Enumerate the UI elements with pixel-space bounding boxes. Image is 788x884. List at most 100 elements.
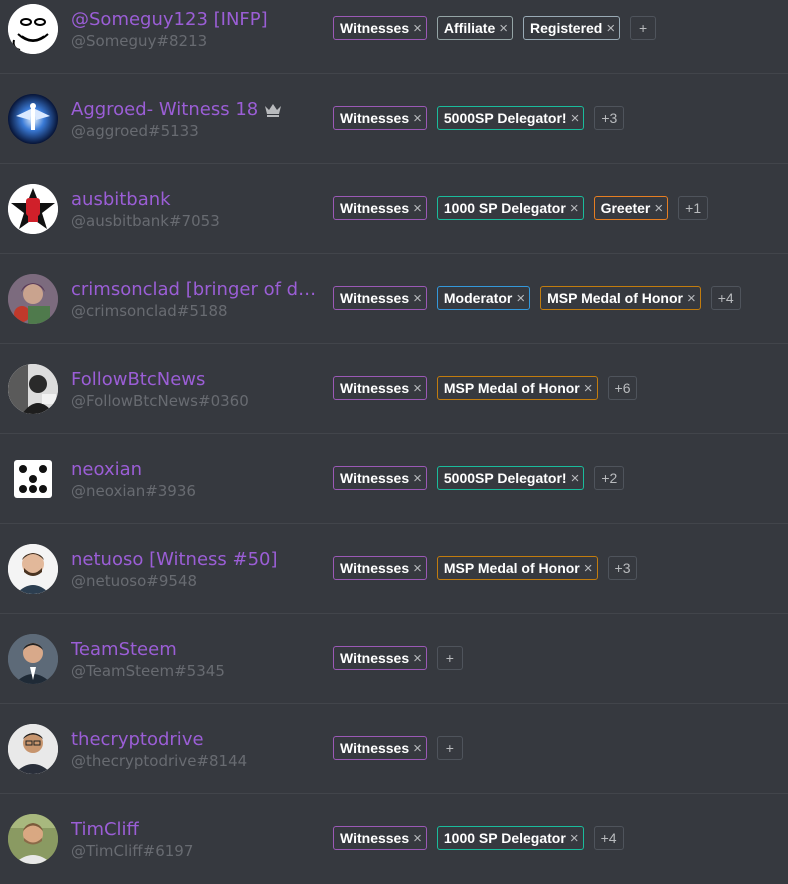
man-glasses-avatar[interactable] [8,724,58,774]
member-row: FollowBtcNews @FollowBtcNews#0360 Witnes… [0,344,788,434]
role-list: Witnesses × 5000SP Delegator! × +3 [333,106,625,130]
remove-role-icon[interactable]: × [606,20,615,37]
remove-role-icon[interactable]: × [584,380,593,397]
remove-role-icon[interactable]: × [413,470,422,487]
role-label: 5000SP Delegator! [443,110,567,126]
role-affiliate: Affiliate × [436,16,513,40]
remove-role-icon[interactable]: × [413,650,422,667]
remove-role-icon[interactable]: × [571,470,580,487]
role-label: 1000 SP Delegator [443,200,566,216]
remove-role-icon[interactable]: × [413,110,422,127]
role-witnesses: Witnesses × [333,646,427,670]
add-role-button[interactable]: + [436,736,463,760]
username: @Someguy#8213 [71,32,208,50]
remove-role-icon[interactable]: × [570,200,579,217]
role-list: Witnesses × + [333,736,463,760]
role-label: Witnesses [340,830,410,846]
role-label: MSP Medal of Honor [443,560,580,576]
more-roles-button[interactable]: +1 [678,196,709,220]
role-label: 1000 SP Delegator [443,830,566,846]
role-label: Greeter [600,200,651,216]
role-witnesses: Witnesses × [333,196,427,220]
remove-role-icon[interactable]: × [516,290,525,307]
member-row: TeamSteem @TeamSteem#5345 Witnesses × + [0,614,788,704]
more-roles-button[interactable]: +4 [593,826,624,850]
display-name[interactable]: netuoso [Witness #50] [71,549,278,570]
role-label: Registered [530,20,603,36]
member-row: @Someguy123 [INFP] @Someguy#8213 Witness… [0,0,788,74]
username: @TeamSteem#5345 [71,662,225,680]
role-label: Witnesses [340,110,410,126]
role-list: Witnesses × 1000 SP Delegator × Greeter × +… [333,196,709,220]
member-row: TimCliff @TimCliff#6197 Witnesses × 1000 … [0,794,788,884]
member-row: ausbitbank @ausbitbank#7053 Witnesses × 1… [0,164,788,254]
remove-role-icon[interactable]: × [413,740,422,757]
username: @netuoso#9548 [71,572,198,590]
role-5000sp-delegator: 5000SP Delegator! × [436,466,585,490]
display-name[interactable]: neoxian [71,459,142,480]
role-1000sp-delegator: 1000 SP Delegator × [436,196,584,220]
remove-role-icon[interactable]: × [413,200,422,217]
display-name[interactable]: TimCliff [71,819,139,840]
meme-face-avatar[interactable] [8,4,58,54]
display-name[interactable]: @Someguy123 [INFP] [71,9,268,30]
display-name[interactable]: Aggroed- Witness 18 [71,99,282,120]
member-row: Aggroed- Witness 18 @aggroed#5133 Witnes… [0,74,788,164]
more-roles-button[interactable]: +4 [710,286,741,310]
add-role-button[interactable]: + [436,646,463,670]
remove-role-icon[interactable]: × [570,830,579,847]
display-name[interactable]: ausbitbank [71,189,171,210]
remove-role-icon[interactable]: × [413,20,422,37]
remove-role-icon[interactable]: × [499,20,508,37]
remove-role-icon[interactable]: × [413,830,422,847]
display-name[interactable]: crimsonclad [bringer of deat... [71,279,321,300]
role-witnesses: Witnesses × [333,106,427,130]
man-portrait-avatar[interactable] [8,544,58,594]
role-witnesses: Witnesses × [333,16,427,40]
role-label: Moderator [443,290,513,306]
display-name-text: Aggroed- Witness 18 [71,99,259,120]
man-outdoor-avatar[interactable] [8,814,58,864]
more-roles-button[interactable]: +3 [607,556,638,580]
remove-role-icon[interactable]: × [413,560,422,577]
display-name[interactable]: thecryptodrive [71,729,204,750]
member-row: crimsonclad [bringer of deat... @crimson… [0,254,788,344]
role-label: Witnesses [340,650,410,666]
remove-role-icon[interactable]: × [571,110,580,127]
role-greeter: Greeter × [593,196,669,220]
username: @TimCliff#6197 [71,842,194,860]
username: @aggroed#5133 [71,122,199,140]
role-label: MSP Medal of Honor [443,380,580,396]
role-msp-medal-of-honor: MSP Medal of Honor × [436,376,598,400]
role-registered: Registered × [523,16,621,40]
role-label: Witnesses [340,290,410,306]
username: @thecryptodrive#8144 [71,752,248,770]
more-roles-button[interactable]: +2 [594,466,625,490]
role-witnesses: Witnesses × [333,736,427,760]
dice-dots-avatar[interactable] [8,454,58,504]
woman-photo-avatar[interactable] [8,274,58,324]
remove-role-icon[interactable]: × [413,290,422,307]
man-suit-avatar[interactable] [8,634,58,684]
role-witnesses: Witnesses × [333,286,427,310]
role-label: Witnesses [340,20,410,36]
role-label: Witnesses [340,470,410,486]
remove-role-icon[interactable]: × [687,290,696,307]
remove-role-icon[interactable]: × [584,560,593,577]
bw-photo-avatar[interactable] [8,364,58,414]
remove-role-icon[interactable]: × [654,200,663,217]
role-list: Witnesses × 1000 SP Delegator × +4 [333,826,624,850]
winged-angel-avatar[interactable] [8,94,58,144]
username: @FollowBtcNews#0360 [71,392,249,410]
add-role-button[interactable]: + [630,16,657,40]
display-name[interactable]: TeamSteem [71,639,177,660]
red-fist-star-avatar[interactable] [8,184,58,234]
remove-role-icon[interactable]: × [413,380,422,397]
more-roles-button[interactable]: +3 [594,106,625,130]
more-roles-button[interactable]: +6 [607,376,638,400]
username: @neoxian#3936 [71,482,196,500]
role-witnesses: Witnesses × [333,376,427,400]
display-name[interactable]: FollowBtcNews [71,369,205,390]
role-witnesses: Witnesses × [333,556,427,580]
role-list: Witnesses × 5000SP Delegator! × +2 [333,466,625,490]
